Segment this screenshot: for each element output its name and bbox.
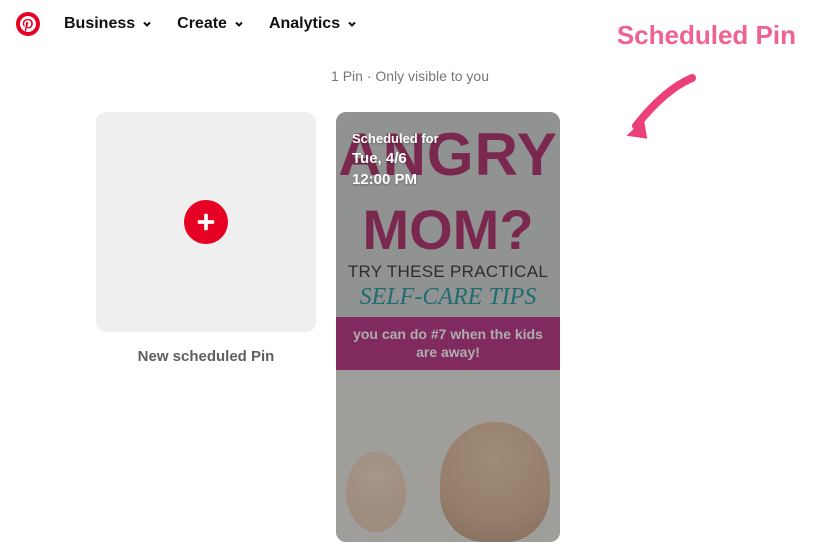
chevron-down-icon <box>346 18 358 30</box>
pinterest-logo-icon[interactable] <box>16 12 40 36</box>
scheduled-for-label: Scheduled for <box>352 130 439 148</box>
nav-label: Analytics <box>269 15 340 33</box>
new-scheduled-pin-column: New scheduled Pin <box>96 112 316 542</box>
new-scheduled-pin-tile[interactable] <box>96 112 316 332</box>
annotation-arrow-icon <box>620 70 700 150</box>
scheduled-date: Tue, 4/6 <box>352 148 439 169</box>
scheduled-pin-card[interactable]: ANGRY MOM? TRY THESE PRACTICAL SELF-CARE… <box>336 112 560 542</box>
nav-label: Create <box>177 15 227 33</box>
nav-create[interactable]: Create <box>177 15 245 33</box>
annotation-label: Scheduled Pin <box>617 20 796 51</box>
content-area: New scheduled Pin ANGRY MOM? TRY THESE P… <box>0 84 820 542</box>
new-scheduled-pin-label: New scheduled Pin <box>96 348 316 365</box>
chevron-down-icon <box>233 18 245 30</box>
plus-icon <box>184 200 228 244</box>
scheduled-time: 12:00 PM <box>352 169 439 190</box>
nav-label: Business <box>64 15 135 33</box>
nav-analytics[interactable]: Analytics <box>269 15 358 33</box>
schedule-overlay: Scheduled for Tue, 4/6 12:00 PM <box>352 130 439 190</box>
nav-business[interactable]: Business <box>64 15 153 33</box>
chevron-down-icon <box>141 18 153 30</box>
